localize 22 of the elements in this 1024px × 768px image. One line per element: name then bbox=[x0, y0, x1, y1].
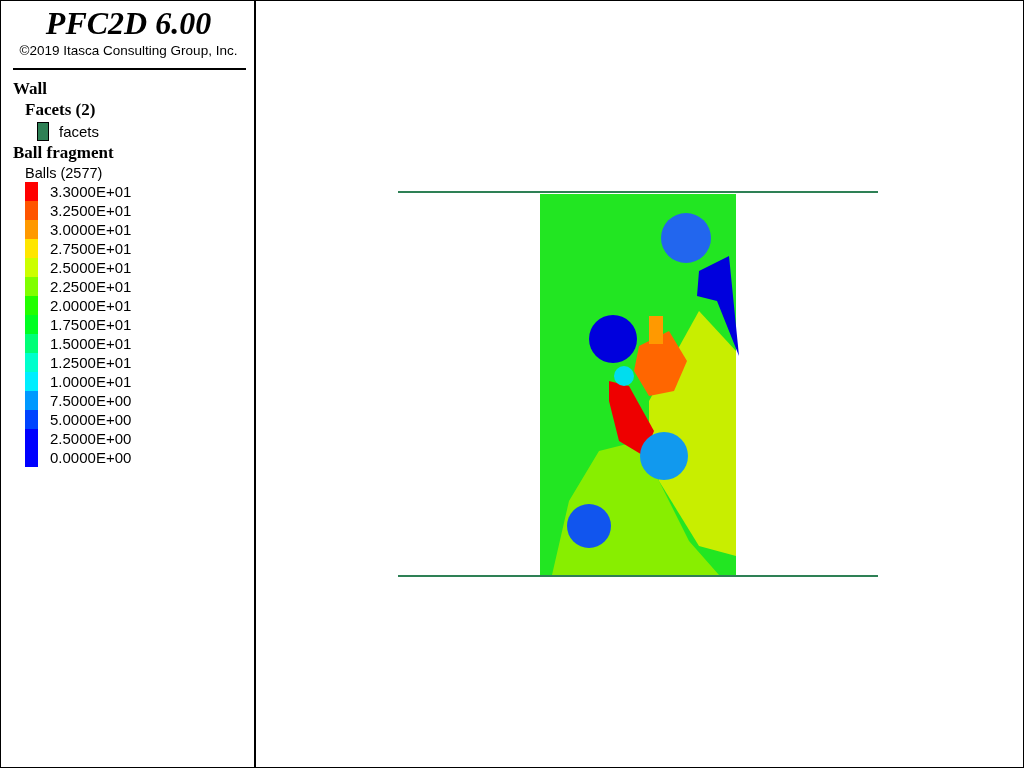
legend-label: facets bbox=[59, 122, 100, 140]
app-title: PFC2D 6.00 bbox=[44, 4, 213, 43]
legend-heading: Wall bbox=[13, 78, 48, 100]
legend-subheading: Balls (2577) bbox=[25, 164, 104, 182]
legend-label: 7.5000E+00 bbox=[50, 392, 132, 409]
legend-heading: Ball fragment bbox=[13, 142, 115, 164]
legend-label: 1.7500E+01 bbox=[50, 316, 132, 333]
legend-label: 1.5000E+01 bbox=[50, 335, 132, 352]
legend-label: 2.2500E+01 bbox=[50, 278, 132, 295]
legend-label: 2.5000E+00 bbox=[50, 430, 132, 447]
legend-label: 2.7500E+01 bbox=[50, 240, 132, 257]
copyright-text: ©2019 Itasca Consulting Group, Inc. bbox=[18, 43, 239, 58]
legend-label: 0.0000E+00 bbox=[50, 449, 132, 466]
legend-label: 2.0000E+01 bbox=[50, 297, 132, 314]
legend-label: 1.0000E+01 bbox=[50, 373, 132, 390]
legend-subheading: Facets (2) bbox=[25, 100, 97, 120]
legend-label: 5.0000E+00 bbox=[50, 411, 132, 428]
legend-label: 3.2500E+01 bbox=[50, 202, 132, 219]
legend-label: 3.3000E+01 bbox=[50, 183, 132, 200]
legend-label: 1.2500E+01 bbox=[50, 354, 132, 371]
legend-label: 2.5000E+01 bbox=[50, 259, 132, 276]
legend-label: 3.0000E+01 bbox=[50, 221, 132, 238]
